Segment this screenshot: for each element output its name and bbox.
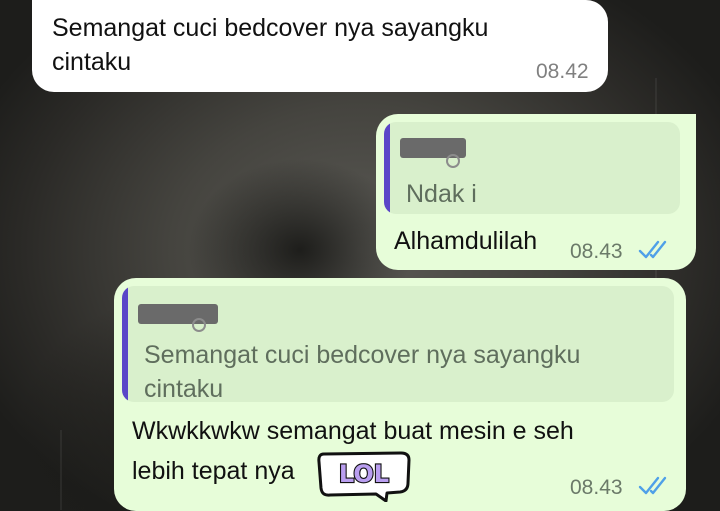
quote-accent-bar (122, 286, 128, 402)
message-text: Wkwkkwkw semangat buat mesin e seh (132, 417, 574, 445)
reply-quote[interactable]: Ndak i (384, 122, 680, 214)
lol-sticker-icon: LOL (317, 451, 411, 502)
message-text: lebih tepat nya (132, 457, 295, 485)
message-text: cintaku (52, 48, 132, 76)
double-check-icon (638, 240, 667, 259)
message-time: 08.42 (536, 60, 589, 83)
message-text: Semangat cuci bedcover nya sayangku (52, 14, 489, 42)
double-check-icon (638, 476, 667, 495)
outgoing-message-bubble[interactable]: Semangat cuci bedcover nya sayangku cint… (114, 278, 686, 511)
quote-text: cintaku (144, 375, 224, 402)
quote-text: Ndak i (406, 180, 477, 208)
quote-sender-name-redacted (138, 304, 218, 324)
reply-quote[interactable]: Semangat cuci bedcover nya sayangku cint… (122, 286, 674, 402)
message-text: Alhamdulilah (394, 227, 538, 255)
outgoing-message-bubble[interactable]: Ndak i Alhamdulilah 08.43 (376, 114, 696, 270)
sticker-text: LOL (339, 460, 389, 488)
quote-sender-emoji (446, 154, 460, 168)
incoming-message-bubble[interactable]: Semangat cuci bedcover nya sayangku cint… (32, 0, 608, 92)
quote-sender-emoji (192, 318, 206, 332)
wallpaper-edge (60, 430, 62, 510)
quote-accent-bar (384, 122, 390, 214)
message-time: 08.43 (570, 240, 623, 263)
message-time: 08.43 (570, 476, 623, 499)
quote-text: Semangat cuci bedcover nya sayangku (144, 341, 581, 369)
